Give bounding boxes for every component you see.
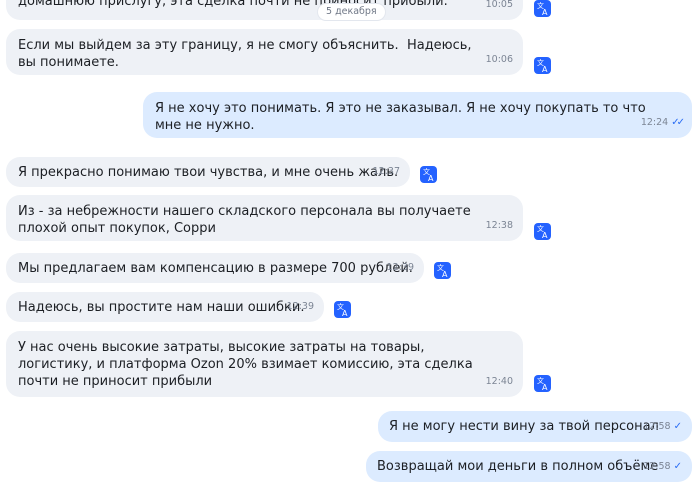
message-bubble: Я прекрасно понимаю твои чувства, и мне …	[6, 157, 410, 187]
message-bubble: Я не хочу это понимать. Я это не заказыв…	[143, 92, 692, 138]
message-bubble: Возвращай мои деньги в полном объёме 12:…	[366, 451, 692, 482]
message-time: 10:05	[485, 0, 513, 10]
message-text: Мы предлагаем вам компенсацию в размере …	[18, 261, 413, 276]
message-bubble: Я не могу нести вину за твой персонал 12…	[378, 411, 692, 442]
message-time: 12:38	[485, 220, 513, 231]
svg-text:A: A	[542, 231, 548, 240]
translate-icon[interactable]: 文A	[534, 57, 551, 74]
svg-text:A: A	[428, 174, 434, 183]
translate-icon[interactable]: 文A	[334, 301, 351, 318]
svg-text:A: A	[542, 65, 548, 74]
svg-text:A: A	[542, 8, 548, 17]
message-text: Возвращай мои деньги в полном объёме	[377, 459, 659, 474]
message-time: 12:39	[286, 301, 314, 312]
message-bubble: Если мы выйдем за эту границу, я не смог…	[6, 29, 523, 75]
message-time: 12:37	[372, 166, 400, 177]
translate-icon[interactable]: 文A	[534, 375, 551, 392]
delivered-check-icon: ✓	[673, 421, 682, 432]
translate-icon[interactable]: 文A	[534, 0, 551, 17]
svg-text:A: A	[342, 309, 348, 318]
message-time: 10:06	[485, 54, 513, 65]
date-separator: 5 декабря	[318, 4, 385, 20]
message-time: 12:40	[485, 376, 513, 387]
translate-icon[interactable]: 文A	[420, 166, 437, 183]
message-bubble: домашнюю прислугу, эта сделка почти не п…	[6, 0, 523, 20]
message-time: 12:58	[643, 421, 671, 432]
translate-icon[interactable]: 文A	[434, 262, 451, 279]
translate-icon[interactable]: 文A	[534, 223, 551, 240]
message-text: домашнюю прислугу, эта сделка почти не п…	[18, 0, 448, 9]
message-time: 12:24	[640, 117, 669, 128]
svg-text:A: A	[442, 270, 448, 279]
message-text: Из - за небрежности нашего складского пе…	[18, 204, 475, 236]
read-check-icon: ✓✓	[671, 117, 685, 128]
message-text: Если мы выйдем за эту границу, я не смог…	[18, 38, 476, 70]
message-text: Я не могу нести вину за твой персонал	[389, 419, 659, 434]
message-bubble: У нас очень высокие затраты, высокие зат…	[6, 331, 523, 397]
message-bubble: Мы предлагаем вам компенсацию в размере …	[6, 253, 424, 283]
message-bubble: Надеюсь, вы простите нам наши ошибки. 12…	[6, 292, 324, 322]
message-time: 12:58	[643, 461, 671, 472]
message-text: Я не хочу это понимать. Я это не заказыв…	[155, 101, 650, 133]
message-bubble: Из - за небрежности нашего складского пе…	[6, 195, 523, 241]
message-text: Надеюсь, вы простите нам наши ошибки.	[18, 300, 305, 315]
delivered-check-icon: ✓	[673, 461, 682, 472]
message-text: Я прекрасно понимаю твои чувства, и мне …	[18, 165, 399, 180]
message-time: 12:39	[386, 262, 414, 273]
message-text: У нас очень высокие затраты, высокие зат…	[18, 340, 477, 389]
svg-text:A: A	[542, 383, 548, 392]
